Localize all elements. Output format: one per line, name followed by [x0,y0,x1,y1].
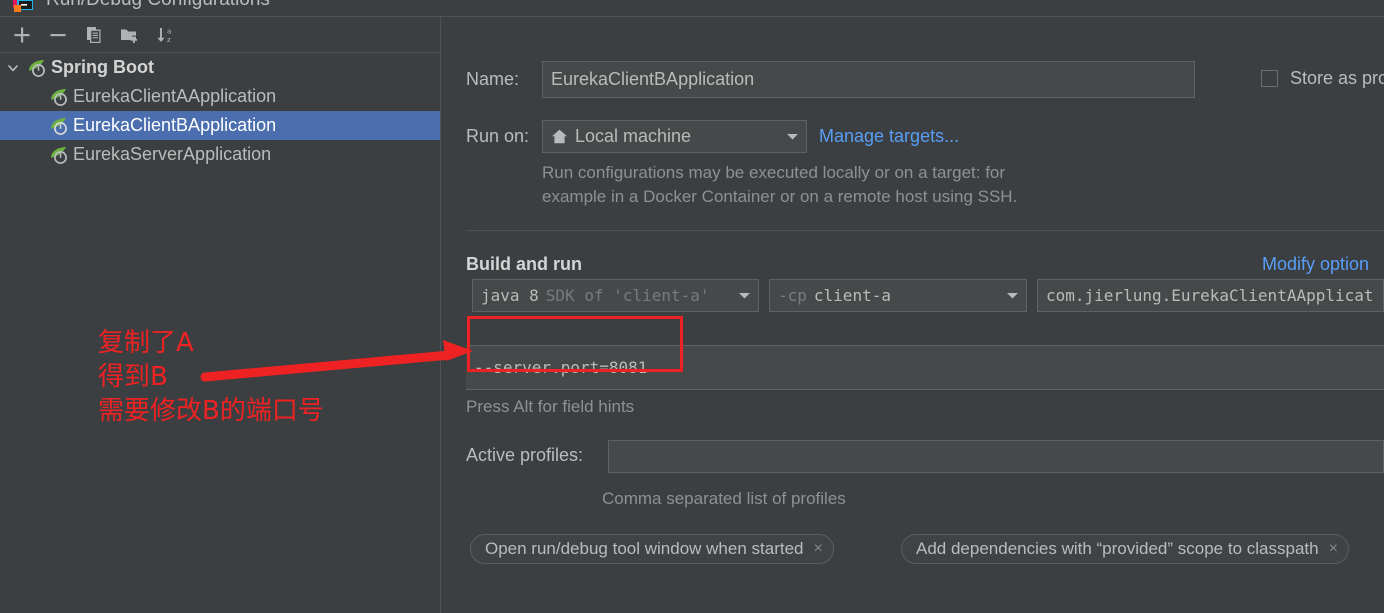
copy-icon [87,26,101,43]
jre-value-detail: SDK of 'client-a' [545,286,710,305]
configurations-left-panel: a z Spring Boot EurekaClientAApplication… [0,17,440,613]
configurations-tree: Spring Boot EurekaClientAApplication Eur… [0,53,440,169]
tree-item-label: EurekaServerApplication [73,144,272,164]
modify-options-link[interactable]: Modify option [1262,254,1369,275]
program-arguments-input[interactable]: --server.port=8081 [466,345,1384,390]
store-as-project-file-label: Store as pro [1290,68,1384,88]
run-on-hint-line-2: example in a Docker Container or on a re… [542,187,1018,206]
tree-item-eureka-client-a[interactable]: EurekaClientAApplication [0,82,440,111]
section-separator [466,230,1384,231]
classpath-prefix: -cp [778,286,807,305]
jre-value: java 8 [481,286,539,305]
configurations-toolbar: a z [0,17,440,52]
store-as-project-file-checkbox[interactable] [1261,70,1278,87]
red-arrow-icon [200,340,473,382]
name-input-value: EurekaClientBApplication [551,69,755,89]
close-icon[interactable]: × [813,540,822,558]
run-on-target-dropdown[interactable]: Local machine [542,120,807,153]
chip-label: Add dependencies with “provided” scope t… [916,539,1319,558]
run-debug-configurations-dialog: Run/Debug Configurations [0,0,1384,613]
classpath-module-dropdown[interactable]: -cp client-a [769,279,1027,312]
add-configuration-button[interactable] [4,20,40,50]
remove-configuration-button[interactable] [40,20,76,50]
chevron-down-icon[interactable] [730,280,758,311]
configuration-editor-panel: Name: EurekaClientBApplication Store as … [441,17,1384,613]
tree-item-eureka-client-b[interactable]: EurekaClientBApplication [0,111,440,140]
active-profiles-input[interactable] [608,440,1384,473]
new-folder-button[interactable] [112,20,148,50]
name-label: Name: [466,69,520,89]
spring-boot-icon [48,145,72,165]
chevron-down-icon[interactable] [998,280,1026,311]
build-and-run-heading: Build and run [466,254,582,274]
spring-boot-icon [48,116,72,136]
dialog-titlebar: Run/Debug Configurations [0,0,1384,17]
sort-alpha-icon: a z [157,27,171,44]
jre-dropdown[interactable]: java 8 SDK of 'client-a' [472,279,759,312]
annotation-line-1: 复制了A [98,328,194,358]
idea-run-config-icon [12,0,38,15]
tree-item-label: EurekaClientBApplication [73,115,277,135]
chevron-down-icon[interactable] [778,121,806,152]
field-hint-text: Press Alt for field hints [466,397,635,416]
tree-item-eureka-server[interactable]: EurekaServerApplication [0,140,440,169]
chip-open-run-debug-tool-window[interactable]: Open run/debug tool window when started … [470,534,834,564]
svg-text:a: a [167,27,171,35]
annotation-line-3: 需要修改B的端口号 [98,396,324,426]
new-folder-icon [121,29,138,43]
tree-group-label: Spring Boot [51,57,154,77]
plus-icon [14,27,30,42]
tree-item-label: EurekaClientAApplication [73,86,277,106]
annotation-line-2: 得到B [98,362,168,392]
sort-configurations-button[interactable]: a z [148,20,184,50]
close-icon[interactable]: × [1329,540,1338,558]
minus-icon [50,33,66,36]
run-on-target-value: Local machine [575,126,692,146]
active-profiles-label: Active profiles: [466,445,584,465]
run-on-label: Run on: [466,126,530,146]
home-icon [551,128,568,145]
chip-add-provided-dependencies[interactable]: Add dependencies with “provided” scope t… [901,534,1349,564]
manage-targets-link[interactable]: Manage targets... [819,126,959,147]
spring-boot-icon [26,58,50,78]
run-on-hint-line-1: Run configurations may be executed local… [542,163,1006,182]
dialog-title: Run/Debug Configurations [46,0,270,11]
classpath-module-value: client-a [813,286,891,305]
main-class-value: com.jierlung.EurekaClientAApplicat [1046,286,1374,305]
spring-boot-icon [48,87,72,107]
active-profiles-hint: Comma separated list of profiles [602,489,846,508]
chevron-down-icon[interactable] [0,61,26,75]
copy-configuration-button[interactable] [76,20,112,50]
svg-text:z: z [167,36,171,44]
main-class-input[interactable]: com.jierlung.EurekaClientAApplicat [1037,279,1384,312]
tree-group-spring-boot[interactable]: Spring Boot [0,53,440,82]
chip-label: Open run/debug tool window when started [485,539,804,558]
name-input[interactable]: EurekaClientBApplication [542,61,1195,98]
program-arguments-value: --server.port=8081 [474,358,648,377]
